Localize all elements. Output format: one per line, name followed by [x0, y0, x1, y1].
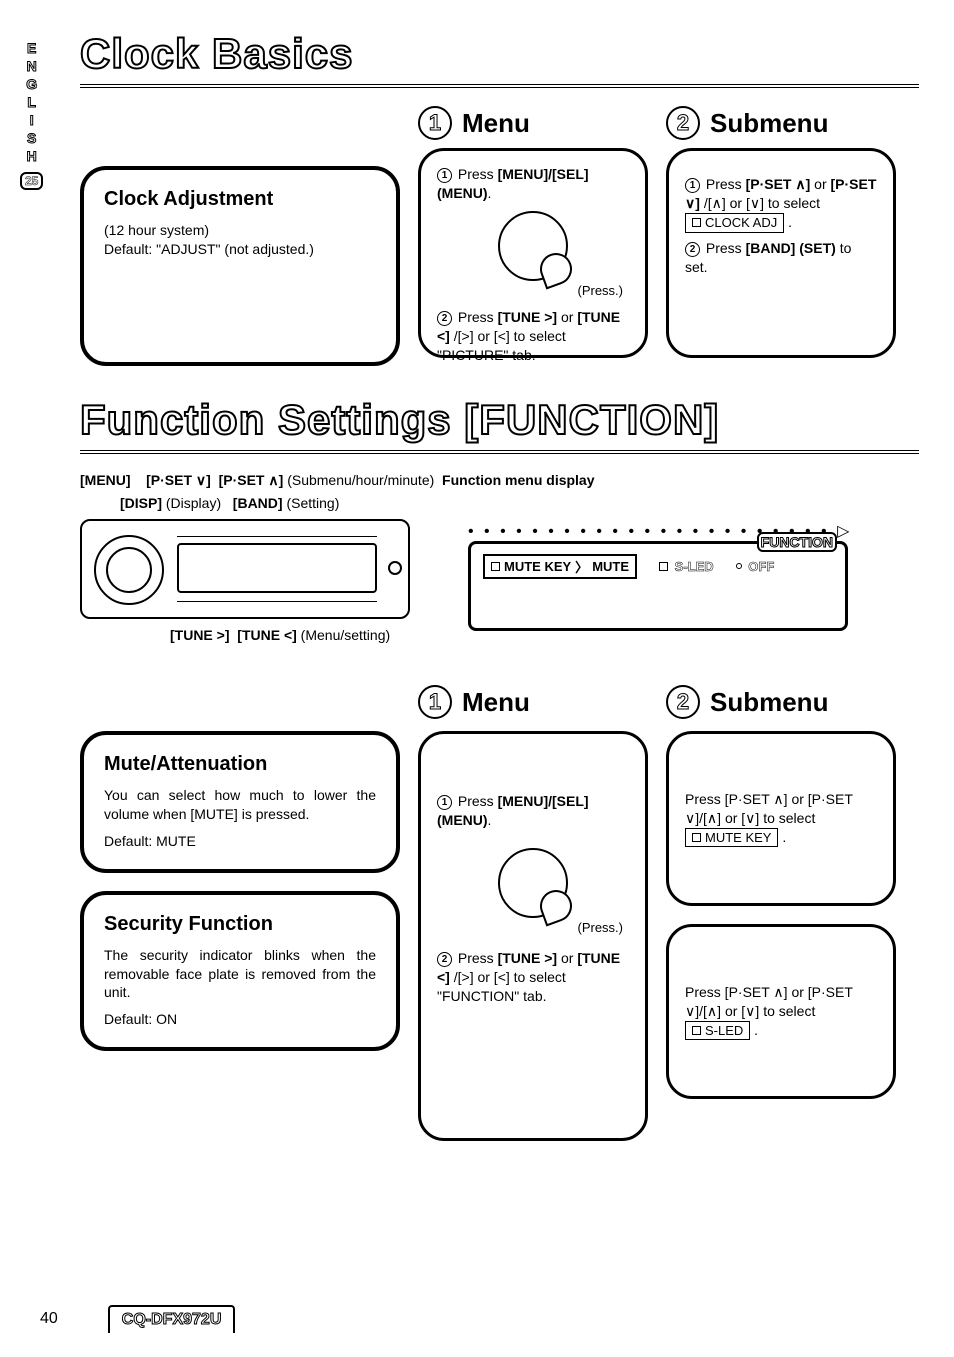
t: or [561, 309, 577, 325]
band-set-label: [BAND] (SET) [746, 240, 836, 256]
submenu-sled-box: Press [P·SET ∧] or [P·SET ∨]/[∧] or [∨] … [666, 924, 896, 1099]
substep-2-icon: 2 [685, 242, 700, 257]
submenu-box-clock: 1 Press [P·SET ∧] or [P·SET ∨] /[∧] or [… [666, 148, 896, 358]
step-2-label: Submenu [710, 687, 828, 718]
press-label: (Press.) [437, 283, 629, 298]
mute-title: Mute/Attenuation [104, 753, 376, 776]
tune-right-key: [TUNE >] [170, 627, 230, 643]
security-title: Security Function [104, 913, 376, 936]
tune-note: (Menu/setting) [301, 627, 390, 643]
disp-note: (Display) [166, 495, 221, 511]
step-2-icon: 2 [666, 106, 700, 140]
t: Press [706, 176, 746, 192]
sled-label: S-LED [659, 559, 714, 574]
menu-text: Press [458, 166, 498, 182]
substep-2-icon: 2 [437, 311, 452, 326]
clock-adjustment-sub2: Default: "ADJUST" (not adjusted.) [104, 240, 376, 259]
pset-note: (Submenu/hour/minute) [287, 472, 434, 488]
submenu-sled-text: Press [P·SET ∧] or [P·SET ∨]/[∧] or [∨] … [685, 984, 853, 1019]
tune-right-label: [TUNE >] [498, 950, 558, 966]
substep-1-icon: 1 [685, 178, 700, 193]
band-key: [BAND] [233, 495, 283, 511]
knob-icon [498, 848, 568, 918]
t: Press [458, 793, 498, 809]
security-body: The security indicator blinks when the r… [104, 946, 376, 1003]
step-1-label: Menu [462, 108, 530, 139]
mute-key-chip: MUTE KEY 〉 MUTE [483, 554, 637, 579]
t: Press [458, 309, 498, 325]
mute-key-chip: MUTE KEY [685, 828, 778, 848]
menu-key: [MENU] [80, 472, 131, 488]
button-legend-row2: [DISP] (Display) [BAND] (Setting) [80, 495, 919, 511]
step-2-label: Submenu [710, 108, 828, 139]
function-display-panel: FUNCTION MUTE KEY 〉 MUTE S-LED OFF [468, 541, 848, 631]
security-default: Default: ON [104, 1010, 376, 1029]
pset-up-key: [P·SET ∧] [219, 472, 284, 488]
step-1-icon: 1 [418, 106, 452, 140]
step-1-label: Menu [462, 687, 530, 718]
section-title-clock-basics: Clock Basics [80, 30, 919, 78]
press-label: (Press.) [437, 920, 629, 935]
menu-box-clock: 1 Press [MENU]/[SEL] (MENU). (Press.) 2 … [418, 148, 648, 358]
clock-adjustment-sub1: (12 hour system) [104, 221, 376, 240]
clock-adjustment-box: Clock Adjustment (12 hour system) Defaul… [80, 166, 400, 366]
t: Press [706, 240, 746, 256]
mute-default: Default: MUTE [104, 832, 376, 851]
mute-body: You can select how much to lower the vol… [104, 786, 376, 824]
sled-chip: S-LED [685, 1021, 750, 1041]
t: or [814, 176, 830, 192]
substep-1-icon: 1 [437, 168, 452, 183]
tune-right-label: [TUNE >] [498, 309, 558, 325]
submenu-mute-text: Press [P·SET ∧] or [P·SET ∨]/[∧] or [∨] … [685, 791, 853, 826]
t: . [488, 812, 492, 828]
t: /[>] or [<] to select "FUNCTION" tab. [437, 969, 566, 1004]
t: Press [458, 950, 498, 966]
tune-left-key: [TUNE <] [237, 627, 297, 643]
divider [80, 450, 919, 454]
side-page-badge: 25 [20, 172, 43, 190]
clock-adj-chip: CLOCK ADJ [685, 213, 784, 233]
function-badge: FUNCTION [757, 532, 837, 552]
head-unit-illustration [80, 519, 410, 619]
knob-icon [498, 211, 568, 281]
clock-adjustment-title: Clock Adjustment [104, 188, 376, 211]
t: /[∧] or [∨] to select [704, 195, 820, 211]
menu-text-dot: . [488, 185, 492, 201]
function-menu-display-label: Function menu display [442, 472, 594, 488]
menu-box-function: 1 Press [MENU]/[SEL] (MENU). (Press.) 2 … [418, 731, 648, 1141]
model-badge: CQ-DFX972U [108, 1305, 236, 1333]
page-number: 40 [40, 1310, 58, 1328]
button-legend-row1: [MENU] [P·SET ∨] [P·SET ∧] (Submenu/hour… [80, 472, 919, 489]
substep-2-icon: 2 [437, 952, 452, 967]
button-legend-row3: [TUNE >] [TUNE <] (Menu/setting) [80, 627, 410, 643]
language-label: ENGLISH [24, 40, 40, 166]
disp-key: [DISP] [120, 495, 162, 511]
sled-value: OFF [736, 559, 775, 574]
section-title-function-settings: Function Settings [FUNCTION] [80, 396, 919, 444]
language-tab: ENGLISH 25 [20, 40, 43, 190]
pset-down-key: [P·SET ∨] [146, 472, 211, 488]
substep-1-icon: 1 [437, 795, 452, 810]
submenu-mute-box: Press [P·SET ∧] or [P·SET ∨]/[∧] or [∨] … [666, 731, 896, 906]
band-note: (Setting) [286, 495, 339, 511]
divider [80, 84, 919, 88]
step-1-icon: 1 [418, 685, 452, 719]
step-2-icon: 2 [666, 685, 700, 719]
pset-up-label: [P·SET ∧] [746, 176, 811, 192]
security-function-box: Security Function The security indicator… [80, 891, 400, 1052]
t: /[>] or [<] to select "PICTURE" tab. [437, 328, 566, 363]
t: or [561, 950, 577, 966]
mute-attenuation-box: Mute/Attenuation You can select how much… [80, 731, 400, 873]
